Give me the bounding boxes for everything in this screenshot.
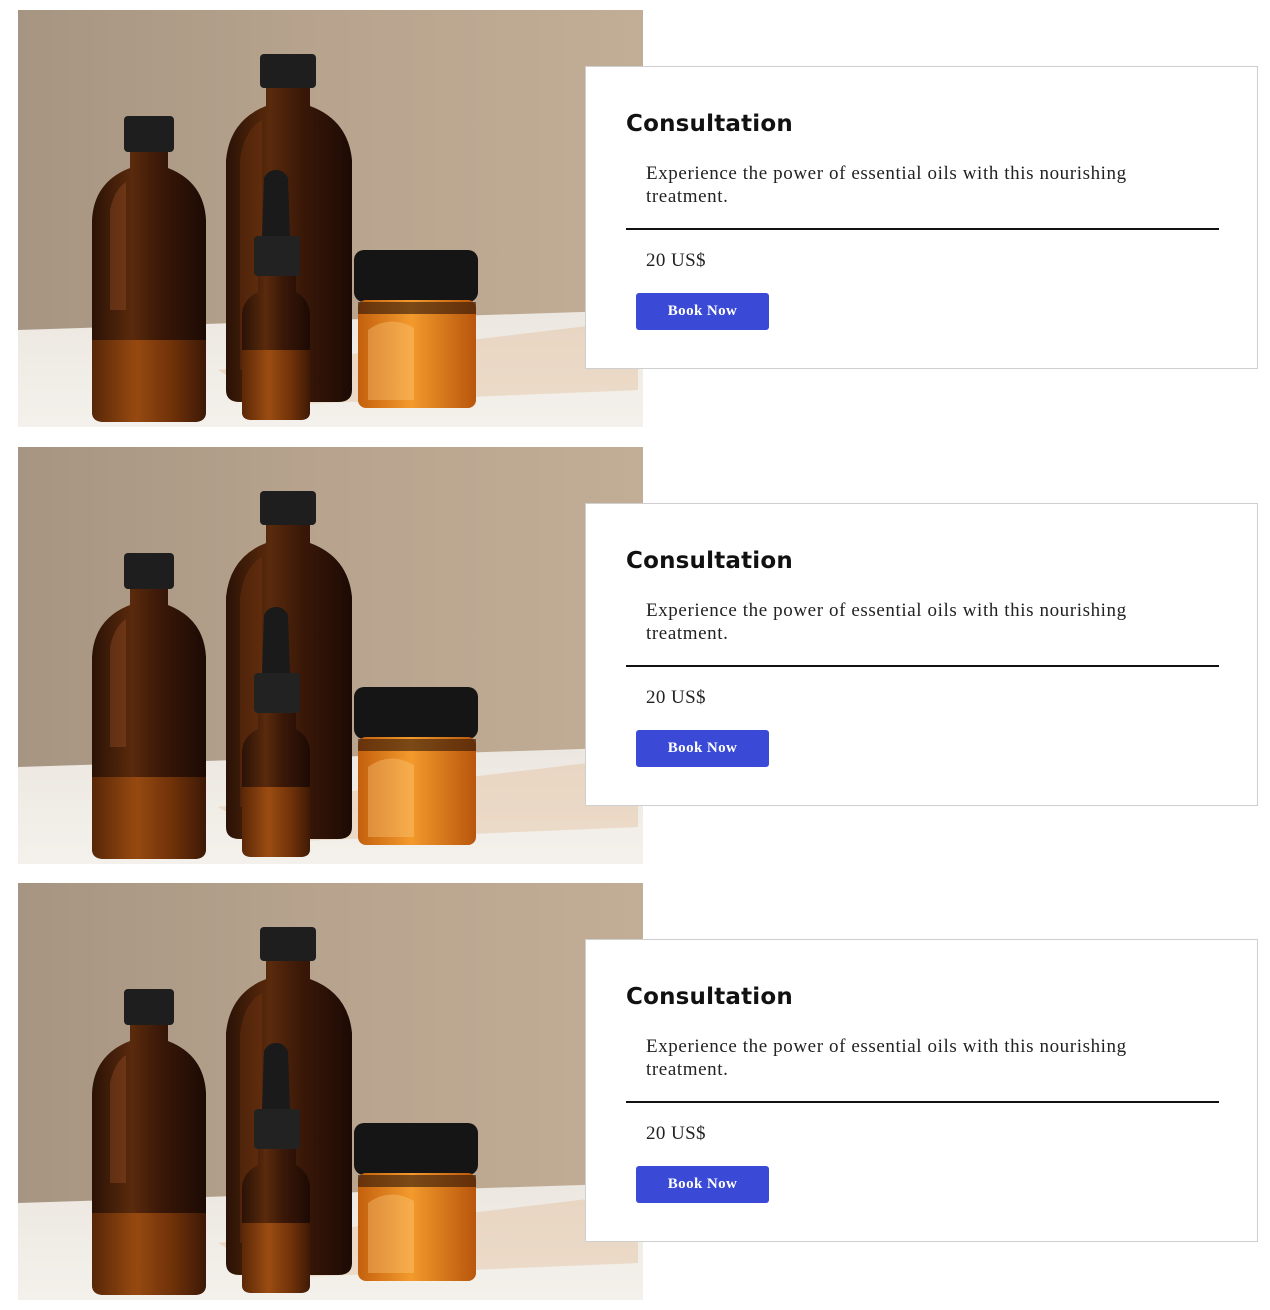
service-title: Consultation xyxy=(626,984,793,1010)
book-now-button[interactable]: Book Now xyxy=(636,293,769,330)
divider xyxy=(626,1101,1219,1103)
service-price: 20 US$ xyxy=(646,250,706,271)
service-description: Experience the power of essential oils w… xyxy=(646,1036,1127,1080)
service-list: Consultation Experience the power of ess… xyxy=(0,0,1270,1310)
service-item: Consultation Experience the power of ess… xyxy=(0,10,1270,427)
essential-oil-bottles-photo xyxy=(18,10,643,427)
service-title: Consultation xyxy=(626,111,793,137)
book-now-button[interactable]: Book Now xyxy=(636,1166,769,1203)
service-title: Consultation xyxy=(626,548,793,574)
service-description: Experience the power of essential oils w… xyxy=(646,163,1127,207)
service-card: Consultation Experience the power of ess… xyxy=(585,66,1258,369)
essential-oil-bottles-photo xyxy=(18,447,643,864)
divider xyxy=(626,665,1219,667)
essential-oil-bottles-photo xyxy=(18,883,643,1300)
service-card: Consultation Experience the power of ess… xyxy=(585,503,1258,806)
service-description: Experience the power of essential oils w… xyxy=(646,600,1127,644)
service-price: 20 US$ xyxy=(646,687,706,708)
service-item: Consultation Experience the power of ess… xyxy=(0,883,1270,1300)
book-now-button[interactable]: Book Now xyxy=(636,730,769,767)
service-price: 20 US$ xyxy=(646,1123,706,1144)
service-item: Consultation Experience the power of ess… xyxy=(0,447,1270,864)
service-card: Consultation Experience the power of ess… xyxy=(585,939,1258,1242)
divider xyxy=(626,228,1219,230)
